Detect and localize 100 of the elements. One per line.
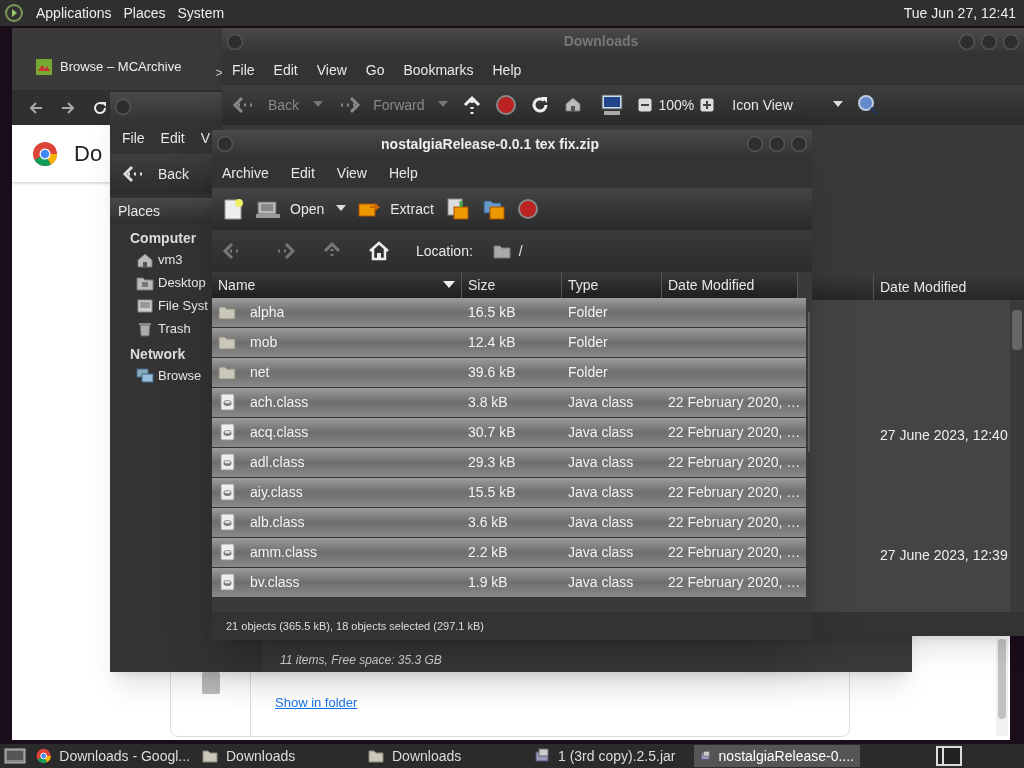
menu-item[interactable]: Edit bbox=[160, 127, 185, 149]
up-arrow-icon[interactable] bbox=[462, 94, 483, 116]
site-favicon bbox=[36, 59, 52, 75]
back-icon[interactable] bbox=[28, 99, 44, 116]
table-cell-text: 39.6 kB bbox=[467, 363, 517, 382]
stop-icon[interactable] bbox=[496, 95, 517, 115]
menu-item[interactable]: View bbox=[316, 59, 347, 81]
table-cell-text: Java class bbox=[567, 393, 635, 412]
menu-item[interactable]: File bbox=[122, 127, 145, 149]
reload-icon[interactable] bbox=[92, 99, 108, 116]
menu-item[interactable]: V bbox=[200, 127, 211, 149]
taskbar-item[interactable]: Downloads bbox=[362, 745, 528, 767]
folder-icon bbox=[492, 243, 511, 259]
taskbar-item[interactable]: 1 (3rd copy).2.5.jar bbox=[528, 745, 694, 767]
sidebar-item[interactable]: Desktop bbox=[136, 271, 206, 294]
chrome-logo-icon bbox=[36, 748, 52, 764]
file-row[interactable]: mob 12.4 kB Folder bbox=[212, 328, 807, 358]
page-heading: Do bbox=[74, 140, 103, 168]
add-files-icon[interactable] bbox=[445, 197, 470, 221]
taskbar-item[interactable]: Downloads bbox=[196, 745, 362, 767]
computer-icon[interactable] bbox=[600, 94, 625, 116]
scrollbar[interactable] bbox=[1010, 300, 1024, 612]
panel-menu[interactable]: Applications bbox=[36, 2, 112, 24]
table-cell-text: net bbox=[250, 363, 270, 382]
table-cell-text: Java class bbox=[567, 573, 635, 592]
archive-icon bbox=[534, 748, 550, 764]
forward-button[interactable]: Forward bbox=[337, 94, 425, 116]
sidebar-item[interactable]: vm3 bbox=[136, 248, 183, 271]
table-cell-text: 22 February 2020, … bbox=[667, 513, 802, 532]
menu-item[interactable]: File bbox=[232, 59, 255, 81]
table-cell-text: Java class bbox=[567, 483, 635, 502]
file-row[interactable]: amm.class 2.2 kB Java class 22 February 2020, … bbox=[212, 538, 807, 568]
workspace-switcher-icon[interactable] bbox=[936, 746, 962, 766]
table-cell-text: 22 February 2020, … bbox=[667, 453, 802, 472]
dropdown-arrow-icon[interactable] bbox=[336, 205, 347, 213]
file-row[interactable]: bv.class 1.9 kB Java class 22 February 2020, … bbox=[212, 568, 807, 598]
file-row[interactable]: ach.class 3.8 kB Java class 22 February 2020, … bbox=[212, 388, 807, 418]
search-icon[interactable] bbox=[856, 94, 879, 116]
sidebar-item[interactable]: Trash bbox=[136, 317, 191, 340]
table-cell-text: Java class bbox=[567, 543, 635, 562]
column-header[interactable]: Date Modified bbox=[874, 274, 1024, 300]
table-cell-text: Folder bbox=[567, 363, 609, 382]
system-menu-icon[interactable] bbox=[4, 3, 24, 23]
extract-button[interactable]: Extract bbox=[358, 198, 434, 220]
sidebar-item[interactable]: File Syst bbox=[136, 294, 208, 317]
table-cell-text: 12.4 kB bbox=[467, 333, 517, 352]
network-icon bbox=[136, 366, 154, 385]
panel-menu[interactable]: System bbox=[177, 2, 225, 24]
forward-icon[interactable] bbox=[60, 99, 76, 116]
menu-item[interactable]: Go bbox=[365, 59, 385, 81]
drive-icon bbox=[136, 296, 154, 315]
scrollbar[interactable] bbox=[806, 298, 812, 612]
taskbar-item[interactable]: nostalgiaRelease-0.... bbox=[694, 745, 860, 767]
sidebar-item[interactable]: Browse bbox=[136, 364, 202, 387]
file-row[interactable]: alpha 16.5 kB Folder bbox=[212, 298, 807, 328]
location-path[interactable]: / bbox=[492, 240, 523, 262]
status-text: 21 objects (365.5 kB), 18 objects selected (297.1 kB) bbox=[226, 618, 485, 634]
back-button[interactable]: Back bbox=[232, 94, 300, 116]
table-cell-text: 22 February 2020, … bbox=[667, 543, 802, 562]
show-in-folder-link[interactable]: Show in folder bbox=[275, 692, 358, 712]
menu-item[interactable]: Archive bbox=[222, 162, 269, 184]
table-cell-text: alpha bbox=[250, 303, 285, 322]
table-cell-text: 22 February 2020, … bbox=[667, 483, 802, 502]
menu-item[interactable]: Help bbox=[388, 162, 418, 184]
table-cell-text: 30.7 kB bbox=[467, 423, 517, 442]
table-cell-text: acq.class bbox=[250, 423, 309, 442]
menu-item[interactable]: Edit bbox=[273, 59, 298, 81]
folder-icon bbox=[368, 748, 384, 764]
table-cell-text: 3.6 kB bbox=[467, 513, 509, 532]
show-desktop-icon[interactable] bbox=[4, 747, 26, 765]
file-row[interactable]: adl.class 29.3 kB Java class 22 February 2020, … bbox=[212, 448, 807, 478]
archive-icon bbox=[256, 199, 280, 219]
file-icon bbox=[199, 672, 222, 696]
stop-icon[interactable] bbox=[517, 199, 538, 219]
file-row[interactable]: acq.class 30.7 kB Java class 22 February 2020, … bbox=[212, 418, 807, 448]
table-cell-text: 27 June 2023, 12:39 bbox=[879, 545, 1008, 565]
zoom-out-icon[interactable] bbox=[638, 98, 653, 112]
back-button[interactable]: Back bbox=[122, 163, 190, 185]
file-row[interactable]: alb.class 3.6 kB Java class 22 February 2020, … bbox=[212, 508, 807, 538]
file-row[interactable]: aiy.class 15.5 kB Java class 22 February 2020, … bbox=[212, 478, 807, 508]
new-archive-icon[interactable] bbox=[222, 198, 244, 220]
panel-menu[interactable]: Places bbox=[123, 2, 166, 24]
table-cell-text: 1.9 kB bbox=[467, 573, 509, 592]
taskbar-item[interactable]: Downloads - Googl... bbox=[30, 745, 196, 767]
tab-scroll-button[interactable]: > bbox=[215, 62, 223, 82]
table-cell-text: Java class bbox=[567, 423, 635, 442]
view-selector[interactable]: Icon View bbox=[728, 94, 843, 116]
menu-item[interactable]: Help bbox=[492, 59, 522, 81]
add-folder-icon[interactable] bbox=[481, 197, 506, 221]
menu-item[interactable]: View bbox=[336, 162, 367, 184]
browser-tab[interactable]: Browse – MCArchive bbox=[28, 52, 190, 82]
menu-item[interactable]: Edit bbox=[290, 162, 315, 184]
table-cell-text: Folder bbox=[567, 303, 609, 322]
home-icon[interactable] bbox=[368, 241, 390, 261]
table-cell-text: 22 February 2020, … bbox=[667, 423, 802, 442]
menu-item[interactable]: Bookmarks bbox=[403, 59, 474, 81]
file-row[interactable]: net 39.6 kB Folder bbox=[212, 358, 807, 388]
scrollbar[interactable] bbox=[996, 639, 1008, 736]
zoom-in-icon[interactable] bbox=[700, 98, 715, 112]
table-cell-text: 15.5 kB bbox=[467, 483, 517, 502]
